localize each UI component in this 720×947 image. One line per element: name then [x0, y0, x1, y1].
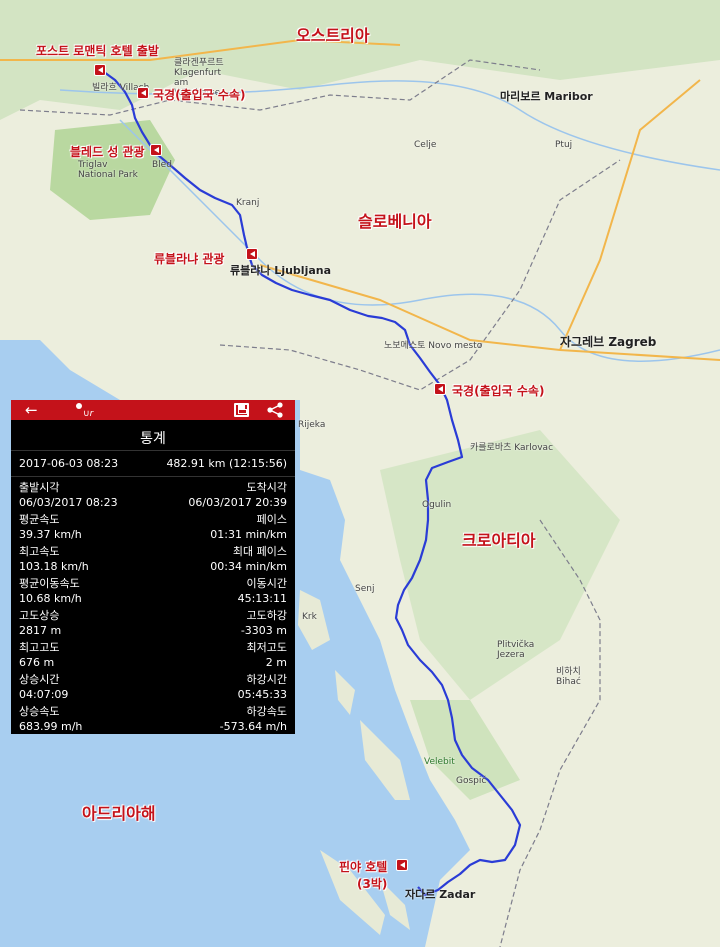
- place-kranj: Kranj: [236, 198, 260, 208]
- share-icon[interactable]: [265, 402, 285, 418]
- stat-value-right: -573.64 m/h: [219, 720, 287, 733]
- hotel-end-marker-icon[interactable]: [396, 859, 408, 871]
- annotation-bled: 블레드 성 관광: [70, 145, 145, 159]
- summary-row: 2017-06-03 08:23 482.91 km (12:15:56): [11, 451, 295, 477]
- panel-title: 통계: [11, 420, 295, 451]
- stat-label-right: 하강시간: [246, 673, 287, 686]
- place-novo-mesto: 노보메스토 Novo mesto: [384, 341, 483, 351]
- stat-value-left: 676 m: [19, 656, 55, 669]
- stat-value-right: 06/03/2017 20:39: [188, 496, 287, 509]
- stats-panel: ← ∪r 통계 2017-06-03 08:23 482.91 km (12:1…: [11, 400, 295, 734]
- stat-elevation-change: 고도상승 고도하강 2817 m -3303 m: [11, 607, 295, 639]
- region-label-croatia: 크로아티아: [462, 531, 536, 550]
- place-ogulin: Ogulin: [422, 500, 452, 510]
- stat-value-right: 01:31 min/km: [210, 528, 287, 541]
- stat-value-right: 2 m: [265, 656, 287, 669]
- place-zadar: 자다르 Zadar: [405, 888, 476, 901]
- stat-value-right: 00:34 min/km: [210, 560, 287, 573]
- stat-value-left: 683.99 m/h: [19, 720, 83, 733]
- panel-toolbar: ← ∪r: [11, 400, 295, 420]
- stat-climb-rate: 상승속도 하강속도 683.99 m/h -573.64 m/h: [11, 703, 295, 735]
- border2-marker-icon[interactable]: [434, 383, 446, 395]
- place-ptuj: Ptuj: [555, 140, 573, 150]
- summary-distance: 482.91 km (12:15:56): [166, 457, 287, 470]
- stat-value-right: 45:13:11: [237, 592, 287, 605]
- stat-max-speed-pace: 최고속도 최대 페이스 103.18 km/h 00:34 min/km: [11, 543, 295, 575]
- stat-value-left: 103.18 km/h: [19, 560, 89, 573]
- place-ljubljana: 류블랴나 Ljubljana: [230, 264, 332, 277]
- place-maribor: 마리보르 Maribor: [500, 90, 593, 103]
- stat-list: 출발시각 도착시각 06/03/2017 08:23 06/03/2017 20:3…: [11, 479, 295, 735]
- stat-label-right: 최대 페이스: [232, 545, 287, 558]
- stat-label-right: 페이스: [256, 513, 287, 526]
- save-icon[interactable]: [234, 403, 249, 417]
- stat-value-left: 04:07:09: [19, 688, 69, 701]
- stat-label-right: 이동시간: [246, 577, 287, 590]
- region-label-austria: 오스트리아: [296, 26, 370, 45]
- region-label-adriatic: 아드리아해: [82, 804, 156, 823]
- stat-label-left: 최고고도: [19, 641, 60, 654]
- region-label-slovenia: 슬로베니아: [358, 212, 432, 231]
- summary-datetime: 2017-06-03 08:23: [19, 457, 119, 470]
- bled-marker-icon[interactable]: [150, 144, 162, 156]
- stat-label-left: 고도상승: [19, 609, 60, 622]
- stat-label-left: 평균이동속도: [19, 577, 80, 590]
- hotel-start-marker-icon[interactable]: [94, 64, 106, 76]
- stat-label-left: 최고속도: [19, 545, 60, 558]
- stat-value-right: 05:45:33: [237, 688, 287, 701]
- stat-label-left: 상승속도: [19, 705, 60, 718]
- stat-label-right: 최저고도: [246, 641, 287, 654]
- border1-marker-icon[interactable]: [137, 87, 149, 99]
- stat-label-left: 평균속도: [19, 513, 60, 526]
- annotation-hotel-end-name: 핀야 호텔: [339, 860, 388, 874]
- place-senj: Senj: [355, 584, 375, 594]
- stat-start-end: 출발시각 도착시각 06/03/2017 08:23 06/03/2017 20:3…: [11, 479, 295, 511]
- place-plitvice: Plitvička Jezera: [497, 640, 535, 660]
- place-krk: Krk: [302, 612, 317, 622]
- stat-value-right: -3303 m: [240, 624, 287, 637]
- stat-value-left: 06/03/2017 08:23: [19, 496, 118, 509]
- annotation-hotel-end-nights: (3박): [357, 877, 388, 891]
- stat-label-right: 하강속도: [246, 705, 287, 718]
- back-arrow-icon[interactable]: ←: [25, 400, 38, 420]
- stat-value-left: 39.37 km/h: [19, 528, 82, 541]
- svg-text:∪r: ∪r: [83, 409, 95, 418]
- annotation-border2: 국경(출입국 수속): [452, 384, 545, 398]
- place-bled: Bled: [152, 160, 172, 170]
- place-zagreb: 자그레브 Zagreb: [560, 335, 657, 349]
- place-celje: Celje: [414, 140, 437, 150]
- ljubljana-marker-icon[interactable]: [246, 248, 258, 260]
- place-karlovac: 카를로바츠 Karlovac: [470, 443, 554, 453]
- stat-label-right: 고도하강: [246, 609, 287, 622]
- app-logo-icon: ∪r: [76, 403, 95, 418]
- stat-value-left: 10.68 km/h: [19, 592, 82, 605]
- stat-climb-time: 상승시간 하강시간 04:07:09 05:45:33: [11, 671, 295, 703]
- stat-label-left: 상승시간: [19, 673, 60, 686]
- place-gospic: Gospić: [456, 776, 487, 786]
- stat-elevation-range: 최고고도 최저고도 676 m 2 m: [11, 639, 295, 671]
- annotation-border1: 국경(출입국 수속): [153, 88, 246, 102]
- stat-label-right: 도착시각: [246, 481, 287, 494]
- place-bihac: 비하치 Bihać: [556, 667, 581, 687]
- stat-label-left: 출발시각: [19, 481, 60, 494]
- stat-value-left: 2817 m: [19, 624, 62, 637]
- place-velebit: Velebit: [424, 757, 455, 767]
- annotation-hotel-start: 포스트 로맨틱 호텔 출발: [36, 44, 159, 58]
- place-triglav: Triglav National Park: [78, 160, 138, 180]
- stat-moving: 평균이동속도 이동시간 10.68 km/h 45:13:11: [11, 575, 295, 607]
- annotation-ljubljana: 류블라냐 관광: [154, 252, 225, 266]
- place-rijeka: Rijeka: [298, 420, 326, 430]
- stat-speed-pace: 평균속도 페이스 39.37 km/h 01:31 min/km: [11, 511, 295, 543]
